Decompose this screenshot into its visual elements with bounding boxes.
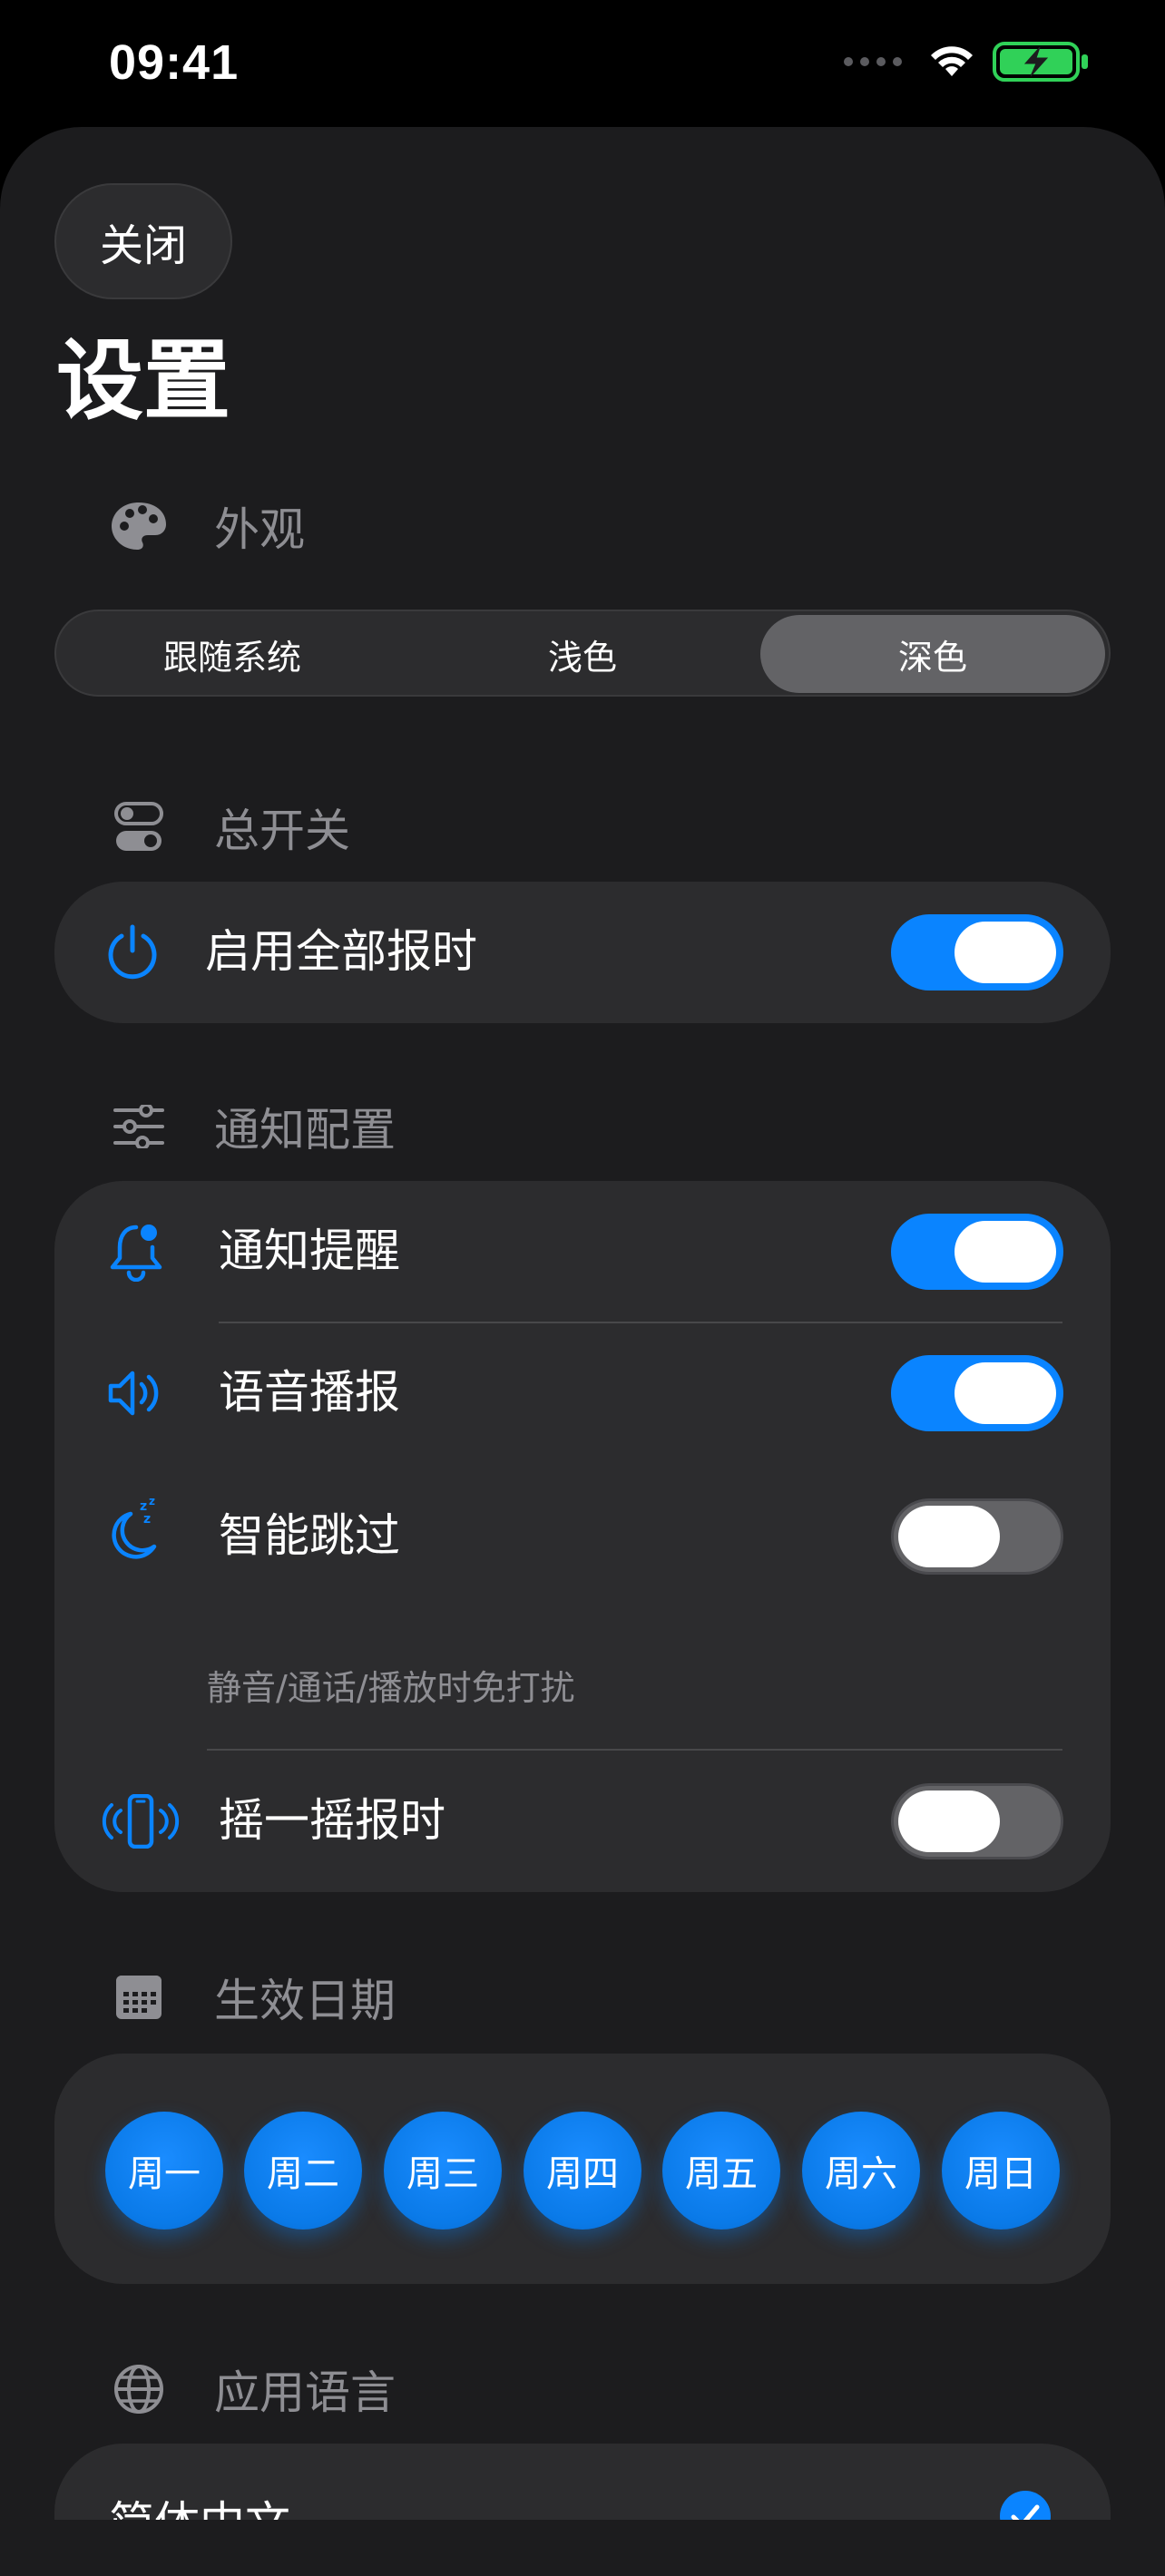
section-label: 生效日期 [214, 1975, 396, 2027]
toggle-knob [898, 1791, 1000, 1852]
power-icon [98, 918, 167, 987]
row-enable-all: 启用全部报时 [54, 882, 1111, 1023]
globe-icon [109, 2359, 169, 2419]
sliders-icon [109, 1097, 169, 1156]
speaker-wave-icon [102, 1359, 171, 1428]
appearance-segmented-control: 跟随系统 浅色 深色 [54, 610, 1111, 697]
section-appearance: 外观 [109, 490, 305, 562]
section-label: 通知配置 [214, 1104, 396, 1156]
notification-reminder-toggle[interactable] [891, 1214, 1063, 1290]
section-master-switch: 总开关 [109, 791, 350, 864]
day-button-fri[interactable]: 周五 [662, 2112, 780, 2230]
row-label: 语音播报 [219, 1366, 400, 1419]
section-label: 应用语言 [214, 2366, 396, 2419]
day-button-tue[interactable]: 周二 [244, 2112, 362, 2230]
section-app-language: 应用语言 [109, 2353, 396, 2425]
segment-dark[interactable]: 深色 [760, 615, 1105, 693]
row-smart-skip: z z z 智能跳过 [54, 1466, 1111, 1607]
row-label: 摇一摇报时 [219, 1794, 445, 1847]
row-label: 启用全部报时 [205, 925, 477, 978]
toggle-knob [955, 922, 1056, 983]
enable-all-toggle[interactable] [891, 914, 1063, 990]
row-label: 通知提醒 [219, 1225, 400, 1277]
day-button-mon[interactable]: 周一 [105, 2112, 223, 2230]
palette-icon [109, 496, 169, 556]
row-shake-announce: 摇一摇报时 [54, 1751, 1111, 1892]
status-bar: 09:41 [0, 0, 1165, 127]
voice-announcement-toggle[interactable] [891, 1355, 1063, 1431]
row-label: 智能跳过 [219, 1509, 400, 1562]
calendar-icon [109, 1967, 169, 2027]
master-switch-card: 启用全部报时 [54, 882, 1111, 1023]
toggle-knob [955, 1362, 1056, 1424]
row-notification-reminder: 通知提醒 [54, 1181, 1111, 1322]
checkmark-circle-icon [1000, 2491, 1051, 2520]
battery-icon [993, 42, 1088, 82]
svg-text:z: z [143, 1512, 151, 1527]
wifi-icon [931, 46, 973, 76]
svg-text:z: z [149, 1496, 155, 1508]
language-option-simplified-chinese[interactable]: 简体中文 [109, 2487, 290, 2520]
notification-card-full: 通知提醒 语音播报 z z z 智能跳过 静音/通话/播放时免打扰 摇一摇报时 [54, 1181, 1111, 1892]
row-voice-announcement: 语音播报 [54, 1322, 1111, 1464]
close-button[interactable]: 关闭 [54, 183, 232, 299]
toggle-knob [955, 1221, 1056, 1283]
day-button-sat[interactable]: 周六 [802, 2112, 920, 2230]
section-label: 总开关 [214, 805, 350, 857]
toggles-icon [109, 797, 169, 857]
section-effective-dates: 生效日期 [109, 1961, 396, 2034]
status-icons [844, 42, 1092, 82]
smart-skip-description: 静音/通话/播放时免打扰 [207, 1668, 575, 1708]
segment-light[interactable]: 浅色 [410, 615, 755, 693]
status-time: 09:41 [109, 35, 240, 90]
page-title: 设置 [56, 330, 230, 432]
moon-zzz-icon: z z z [102, 1493, 171, 1562]
section-notification-config: 通知配置 [109, 1090, 396, 1163]
bell-badge-icon [102, 1217, 171, 1286]
shake-announce-toggle[interactable] [891, 1783, 1063, 1859]
smart-skip-toggle[interactable] [891, 1498, 1063, 1575]
language-card: 简体中文 [54, 2444, 1111, 2520]
segment-follow-system[interactable]: 跟随系统 [60, 615, 405, 693]
day-button-wed[interactable]: 周三 [384, 2112, 502, 2230]
toggle-knob [898, 1506, 1000, 1567]
weekdays-card: 周一 周二 周三 周四 周五 周六 周日 [54, 2054, 1111, 2284]
day-button-sun[interactable]: 周日 [942, 2112, 1060, 2230]
phone-shake-icon [100, 1787, 181, 1856]
section-label: 外观 [214, 503, 305, 556]
cellular-signal-icon [844, 57, 902, 66]
day-button-thu[interactable]: 周四 [524, 2112, 641, 2230]
